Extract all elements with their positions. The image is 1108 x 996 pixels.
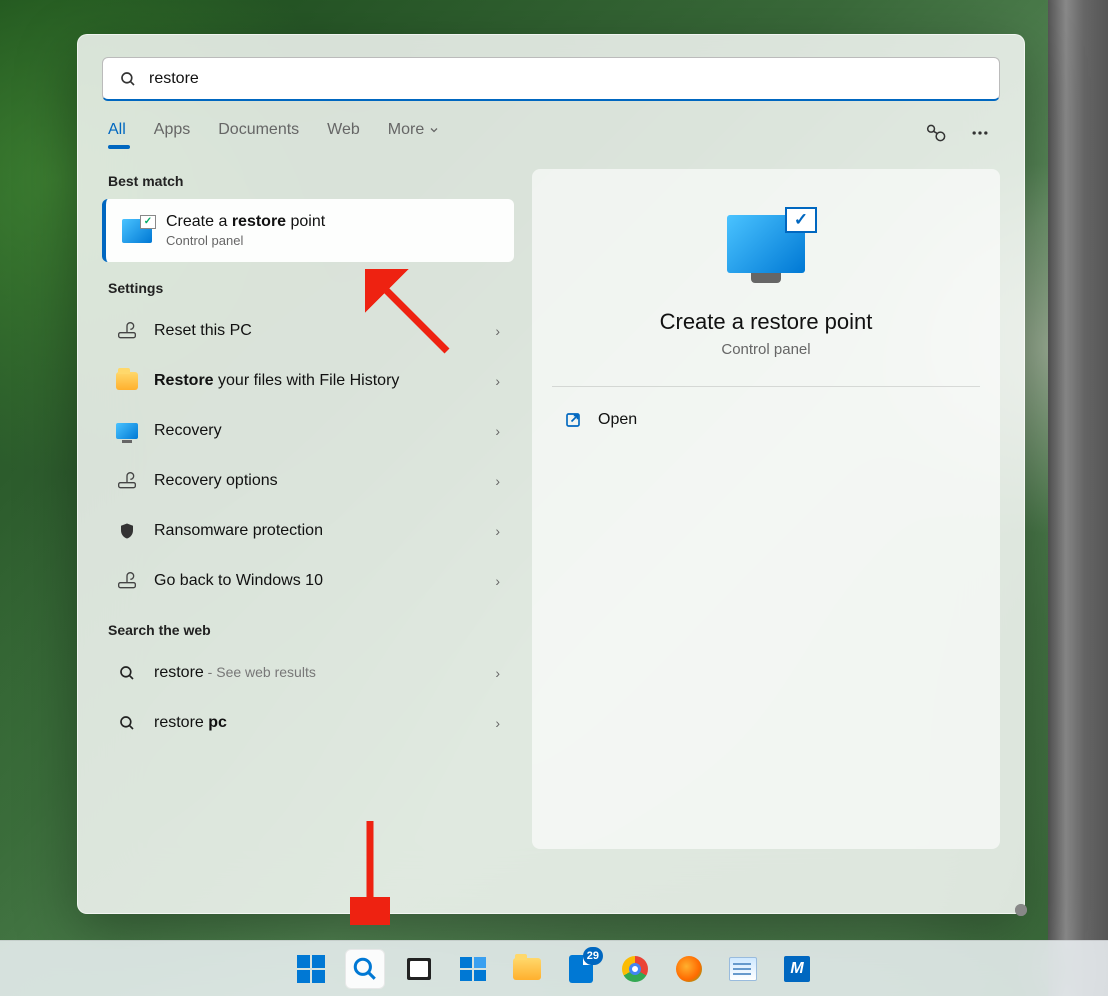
filter-tab-web[interactable]: Web (327, 121, 360, 149)
filter-row: All Apps Documents Web More (108, 121, 1000, 149)
settings-item-label: Reset this PC (154, 322, 479, 340)
more-options-button[interactable] (970, 123, 990, 148)
chrome-icon (622, 956, 648, 982)
widgets-icon (460, 957, 486, 981)
folder-icon (513, 958, 541, 980)
file-history-icon (116, 370, 138, 392)
section-best-match-label: Best match (108, 173, 514, 189)
taskbar-chrome[interactable] (615, 949, 655, 989)
filter-tab-more[interactable]: More (388, 121, 440, 149)
best-match-title: Create a restore point (166, 213, 325, 231)
web-item-label: restore pc (154, 714, 479, 732)
start-search-panel: All Apps Documents Web More Best match (77, 34, 1025, 914)
taskbar: 29 M (0, 940, 1108, 996)
settings-item-label: Restore your files with File History (154, 372, 479, 390)
chevron-right-icon: › (495, 373, 500, 389)
open-action[interactable]: Open (552, 401, 980, 439)
system-restore-icon (122, 219, 152, 243)
taskbar-tips-app[interactable]: 29 (561, 949, 601, 989)
notepad-icon (729, 957, 757, 981)
settings-item-label: Go back to Windows 10 (154, 572, 479, 590)
taskbar-file-explorer[interactable] (507, 949, 547, 989)
windows-logo-icon (297, 955, 325, 983)
web-item-restore[interactable]: restore - See web results › (102, 648, 514, 698)
recovery-icon (116, 420, 138, 442)
settings-item-recovery-options[interactable]: Recovery options › (102, 456, 514, 506)
settings-gear-icon (116, 320, 138, 342)
firefox-icon (676, 956, 702, 982)
search-icon (119, 70, 137, 88)
search-options-button[interactable] (926, 123, 948, 148)
taskbar-notepad[interactable] (723, 949, 763, 989)
settings-item-file-history[interactable]: Restore your files with File History › (102, 356, 514, 406)
settings-item-go-back[interactable]: Go back to Windows 10 › (102, 556, 514, 606)
divider (552, 386, 980, 387)
section-web-label: Search the web (108, 622, 514, 638)
search-icon (116, 662, 138, 684)
taskbar-firefox[interactable] (669, 949, 709, 989)
search-box[interactable] (102, 57, 1000, 101)
settings-item-recovery[interactable]: Recovery › (102, 406, 514, 456)
settings-gear-icon (116, 570, 138, 592)
search-icon (352, 956, 378, 982)
filter-more-label: More (388, 121, 424, 139)
settings-gear-icon (116, 470, 138, 492)
settings-item-label: Ransomware protection (154, 522, 479, 540)
taskbar-taskview-button[interactable] (399, 949, 439, 989)
best-match-item[interactable]: Create a restore point Control panel (102, 199, 514, 262)
taskbar-start-button[interactable] (291, 949, 331, 989)
settings-item-label: Recovery (154, 422, 479, 440)
search-icon (116, 712, 138, 734)
chevron-right-icon: › (495, 523, 500, 539)
chevron-down-icon (428, 124, 440, 136)
chevron-right-icon: › (495, 665, 500, 681)
taskbar-widgets-button[interactable] (453, 949, 493, 989)
settings-item-reset-pc[interactable]: Reset this PC › (102, 306, 514, 356)
m-app-icon: M (784, 956, 810, 982)
settings-item-ransomware[interactable]: Ransomware protection › (102, 506, 514, 556)
chevron-right-icon: › (495, 573, 500, 589)
search-input[interactable] (149, 70, 983, 88)
badge-count: 29 (583, 947, 603, 965)
settings-item-label: Recovery options (154, 472, 479, 490)
shield-icon (116, 520, 138, 542)
best-match-subtitle: Control panel (166, 233, 325, 248)
chevron-right-icon: › (495, 323, 500, 339)
filter-tab-documents[interactable]: Documents (218, 121, 299, 149)
preview-title: Create a restore point (660, 309, 873, 335)
taskbar-app-m[interactable]: M (777, 949, 817, 989)
wallpaper-tree (1048, 0, 1108, 996)
results-column: Best match Create a restore point Contro… (102, 169, 514, 849)
system-restore-icon-large (727, 215, 805, 273)
chevron-right-icon: › (495, 423, 500, 439)
open-label: Open (598, 411, 637, 429)
section-settings-label: Settings (108, 280, 514, 296)
taskbar-search-button[interactable] (345, 949, 385, 989)
open-external-icon (564, 411, 582, 429)
preview-subtitle: Control panel (721, 341, 810, 358)
chevron-right-icon: › (495, 473, 500, 489)
task-view-icon (407, 958, 431, 980)
filter-tab-apps[interactable]: Apps (154, 121, 190, 149)
web-item-label: restore - See web results (154, 664, 479, 682)
preview-panel: Create a restore point Control panel Ope… (532, 169, 1000, 849)
chevron-right-icon: › (495, 715, 500, 731)
web-item-restore-pc[interactable]: restore pc › (102, 698, 514, 748)
filter-tab-all[interactable]: All (108, 121, 126, 149)
